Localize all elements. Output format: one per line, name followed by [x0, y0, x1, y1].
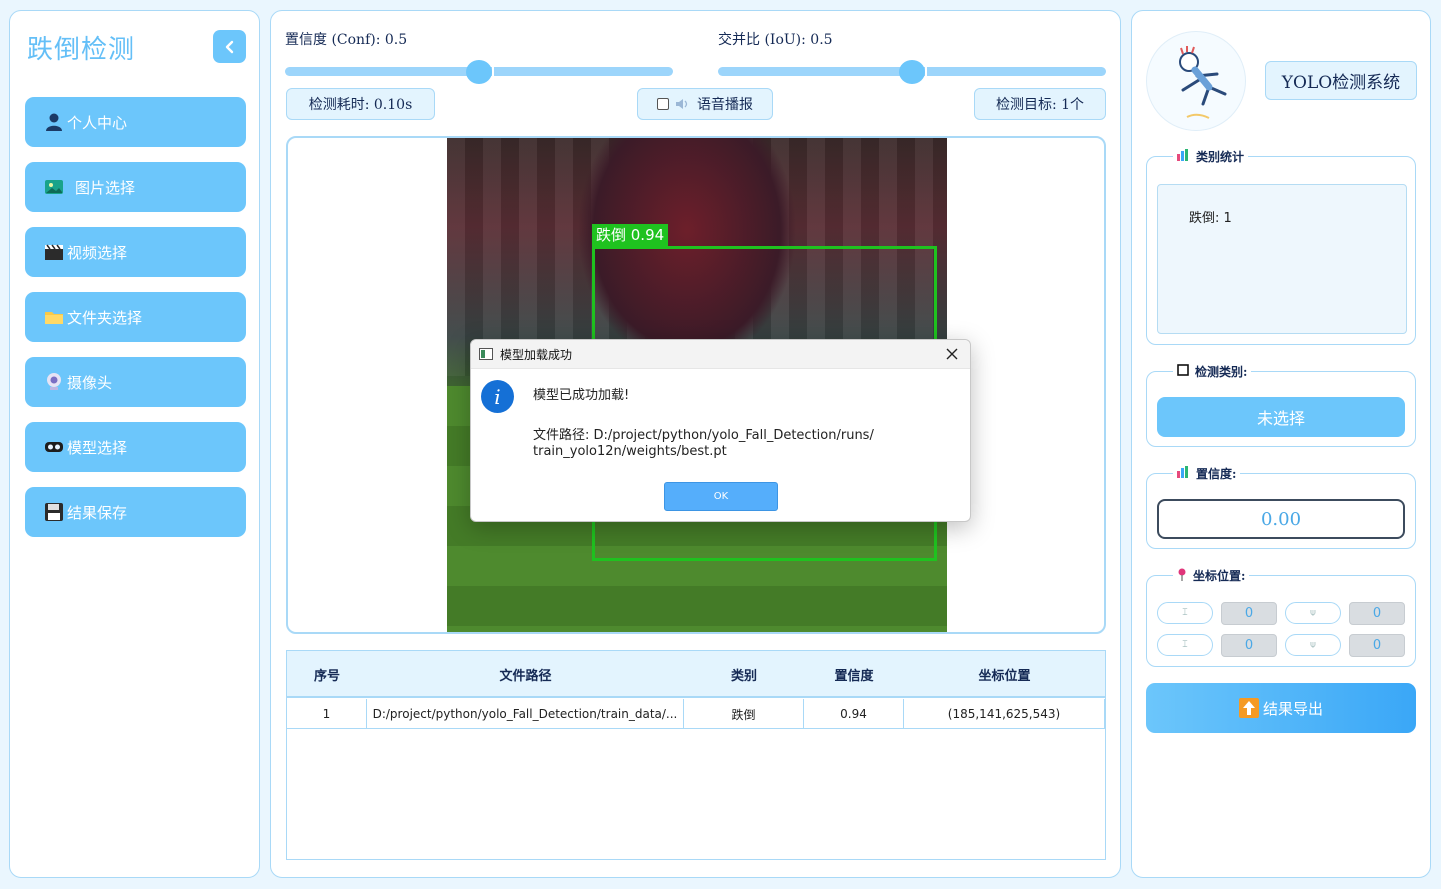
- xmin-value: 0: [1221, 602, 1277, 625]
- cell-confidence: 0.94: [804, 699, 904, 729]
- voice-checkbox[interactable]: [657, 98, 669, 110]
- cell-coords: (185,141,625,543): [904, 699, 1105, 729]
- pushpin-icon: [1177, 568, 1187, 584]
- chevron-left-icon: [225, 40, 233, 53]
- coords-group: 坐标位置: ⌶ 0 ⍦ 0 ⌶ 0 ⍦ 0: [1146, 567, 1416, 667]
- col-header-class: 类别: [730, 669, 757, 684]
- nav-camera-button[interactable]: 摄像头: [25, 357, 246, 407]
- export-label: 结果导出: [1262, 699, 1323, 718]
- image-icon: [43, 176, 65, 198]
- confidence-title: 置信度:: [1173, 465, 1241, 482]
- nav-label: 个人中心: [67, 113, 128, 132]
- class-stats-title: 类别统计: [1173, 148, 1249, 165]
- conf-slider-gap: [492, 67, 494, 76]
- detected-targets-badge: 检测目标: 1个: [974, 88, 1106, 120]
- nav-model-select-button[interactable]: 模型选择: [25, 422, 246, 472]
- dialog-path-line1: 文件路径: D:/project/python/yolo_Fall_Detect…: [533, 428, 874, 443]
- col-header-index: 序号: [313, 669, 340, 684]
- avatar: [1146, 31, 1246, 131]
- col-header-path: 文件路径: [499, 669, 552, 684]
- close-icon: [946, 348, 958, 360]
- table-header: 序号 文件路径 类别 置信度 坐标位置: [287, 651, 1105, 698]
- class-stats-group: 类别统计 跌倒: 1: [1146, 148, 1416, 345]
- nav-folder-select-button[interactable]: 文件夹选择: [25, 292, 246, 342]
- dialog-titlebar[interactable]: 模型加载成功: [471, 340, 970, 369]
- falling-person-illustration: [1179, 46, 1227, 119]
- col-header-confidence: 置信度: [834, 669, 874, 684]
- ymax-label: ⍦: [1285, 634, 1341, 656]
- dialog-message: 模型已成功加载!: [533, 388, 630, 403]
- webcam-icon: [43, 371, 65, 393]
- user-icon: [43, 111, 65, 133]
- detection-box-label: 跌倒 0.94: [592, 224, 669, 246]
- speaker-icon: [675, 98, 691, 110]
- info-icon: i: [481, 380, 514, 413]
- nav-save-results-button[interactable]: 结果保存: [25, 487, 246, 537]
- voice-label: 语音播报: [697, 97, 753, 113]
- dialog-ok-button[interactable]: OK: [664, 482, 778, 511]
- nav-video-select-button[interactable]: 视频选择: [25, 227, 246, 277]
- cell-path: D:/project/python/yolo_Fall_Detection/tr…: [367, 699, 684, 729]
- iou-slider-label: 交并比 (IoU): 0.5: [718, 32, 833, 48]
- conf-slider-handle[interactable]: [466, 60, 492, 84]
- left-sidebar: 跌倒检测 个人中心 图片选择 视频选择 文件夹选择 摄像头 模型选择 结果保存: [9, 10, 260, 878]
- ymin-label: ⍦: [1285, 602, 1341, 624]
- floppy-disk-icon: [43, 501, 65, 523]
- iou-slider-gap: [925, 67, 927, 76]
- iou-slider-handle[interactable]: [899, 60, 925, 84]
- nav-image-select-button[interactable]: 图片选择: [25, 162, 246, 212]
- nav-personal-center-button[interactable]: 个人中心: [25, 97, 246, 147]
- xmin-label: ⌶: [1157, 602, 1213, 624]
- xmax-label: ⌶: [1157, 634, 1213, 656]
- confidence-group: 置信度: 0.00: [1146, 465, 1416, 549]
- class-stats-title-text: 类别统计: [1196, 150, 1245, 164]
- upload-arrow-icon: [1238, 698, 1259, 718]
- nav-label: 图片选择: [75, 178, 136, 197]
- ymin-value: 0: [1349, 602, 1405, 625]
- checkbox-icon: [1177, 364, 1189, 379]
- detection-time-badge: 检测耗时: 0.10s: [286, 88, 435, 120]
- col-header-coords: 坐标位置: [978, 669, 1031, 684]
- nav-label: 模型选择: [67, 438, 128, 457]
- folder-icon: [43, 306, 65, 328]
- detect-class-group: 检测类别: 未选择: [1146, 363, 1416, 447]
- cell-class: 跌倒: [684, 699, 804, 729]
- xmax-value: 0: [1221, 634, 1277, 657]
- nav-label: 摄像头: [67, 373, 113, 392]
- bar-chart-icon: [1177, 466, 1190, 481]
- collapse-sidebar-button[interactable]: [213, 30, 246, 63]
- coords-title-text: 坐标位置:: [1193, 569, 1246, 583]
- ymax-value: 0: [1349, 634, 1405, 657]
- voice-broadcast-toggle[interactable]: 语音播报: [637, 88, 773, 120]
- right-panel: YOLO检测系统 类别统计 跌倒: 1 检测类别: 未选择 置信度: 0.00 …: [1131, 10, 1431, 878]
- model-loaded-dialog: 模型加载成功 i 模型已成功加载! 文件路径: D:/project/pytho…: [470, 339, 971, 522]
- table-row[interactable]: 1 D:/project/python/yolo_Fall_Detection/…: [287, 699, 1105, 729]
- clapper-icon: [43, 241, 65, 263]
- vr-model-icon: [43, 436, 65, 458]
- detect-class-title: 检测类别:: [1173, 363, 1252, 380]
- coords-title: 坐标位置:: [1173, 567, 1250, 584]
- system-title-badge: YOLO检测系统: [1265, 61, 1417, 100]
- class-stats-box: 跌倒: 1: [1157, 184, 1407, 334]
- results-table: 序号 文件路径 类别 置信度 坐标位置 1 D:/project/python/…: [286, 650, 1106, 860]
- bar-chart-icon: [1177, 149, 1190, 164]
- class-stats-text: 跌倒: 1: [1189, 211, 1232, 226]
- dialog-close-button[interactable]: [943, 345, 961, 363]
- export-results-button[interactable]: 结果导出: [1146, 683, 1416, 733]
- detect-class-select[interactable]: 未选择: [1157, 397, 1405, 437]
- dialog-path-line2: train_yolo12n/weights/best.pt: [533, 444, 727, 459]
- confidence-title-text: 置信度:: [1196, 467, 1237, 481]
- confidence-value-display: 0.00: [1157, 499, 1405, 539]
- app-window-icon: [479, 348, 493, 360]
- cell-index: 1: [287, 699, 367, 729]
- nav-label: 结果保存: [67, 503, 128, 522]
- nav-label: 文件夹选择: [67, 308, 143, 327]
- dialog-title: 模型加载成功: [500, 347, 573, 362]
- app-title: 跌倒检测: [27, 35, 136, 65]
- nav-label: 视频选择: [67, 243, 128, 262]
- conf-slider-label: 置信度 (Conf): 0.5: [285, 32, 408, 48]
- detect-class-title-text: 检测类别:: [1195, 365, 1248, 379]
